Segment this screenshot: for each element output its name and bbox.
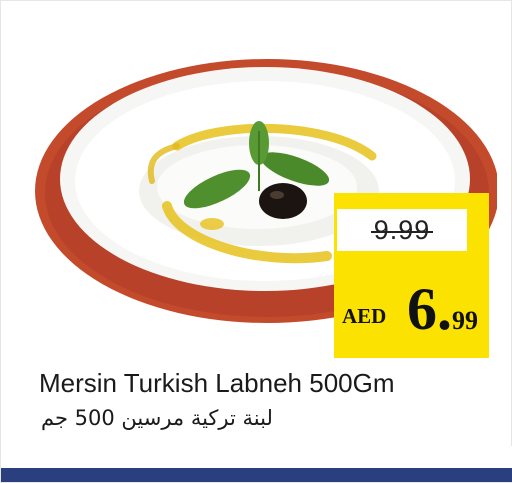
product-name-english: Mersin Turkish Labneh 500Gm [39, 368, 395, 398]
new-price-whole: 6. [407, 276, 452, 342]
product-name-arabic: لبنة تركية مرسين 500 جم [41, 406, 273, 430]
product-card[interactable]: 9.99 AED 6.99 Mersin Turkish Labneh 500G… [0, 0, 512, 483]
currency-label: AED [342, 304, 387, 328]
footer-bar [1, 446, 512, 482]
old-price: 9.99 [370, 214, 433, 245]
new-price-fraction: 99 [452, 306, 478, 335]
new-price: 6.99 [407, 279, 478, 339]
old-price-strip: 9.99 [337, 209, 467, 251]
